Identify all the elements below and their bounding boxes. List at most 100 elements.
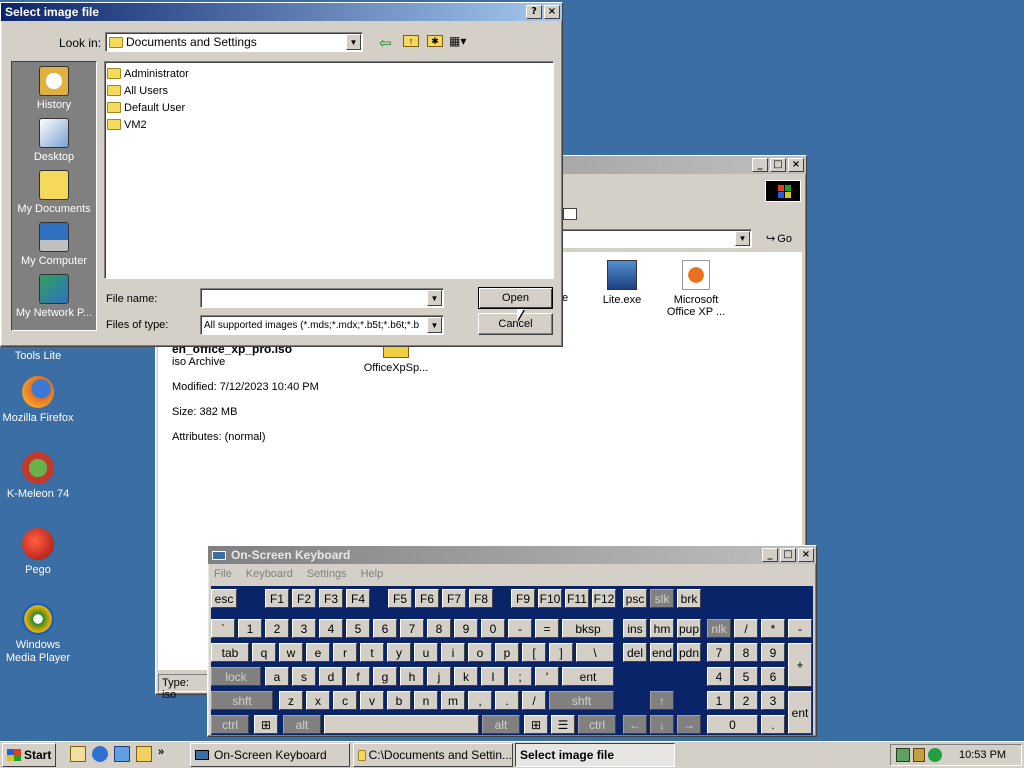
keyboard-key[interactable]: x (306, 691, 330, 710)
keyboard-key[interactable]: r (333, 643, 357, 662)
keyboard-key[interactable]: b (387, 691, 411, 710)
keyboard-key[interactable]: 1 (238, 619, 262, 638)
keyboard-key[interactable]: f (346, 667, 370, 686)
list-item[interactable]: Administrator (105, 65, 553, 82)
chevron-right-icon[interactable]: » (158, 746, 164, 762)
keyboard-key[interactable]: end (650, 643, 674, 662)
keyboard-key[interactable]: g (373, 667, 397, 686)
desktop-icon-firefox[interactable]: Mozilla Firefox (0, 376, 76, 425)
file-item[interactable]: Lite.exe (590, 260, 654, 306)
keyboard-key[interactable]: - (508, 619, 532, 638)
keyboard-key[interactable]: - (788, 619, 812, 638)
keyboard-key[interactable]: F1 (265, 589, 289, 608)
minimize-button[interactable]: _ (762, 548, 778, 562)
close-button[interactable]: × (798, 548, 814, 562)
file-name-input[interactable]: ▼ (200, 288, 444, 308)
keyboard-key[interactable]: ☰ (551, 715, 575, 734)
list-item[interactable]: VM2 (105, 116, 553, 133)
back-icon[interactable]: ⇦ (379, 34, 392, 52)
up-folder-icon[interactable]: ↑ (403, 35, 419, 47)
keyboard-key[interactable]: 9 (761, 643, 785, 662)
keyboard-key[interactable]: alt (482, 715, 520, 734)
volume-tray-icon[interactable] (913, 748, 925, 762)
search-icon[interactable] (136, 746, 152, 762)
keyboard-key[interactable]: ctrl (578, 715, 616, 734)
show-desktop-icon[interactable] (70, 746, 86, 762)
close-button[interactable]: × (788, 158, 804, 172)
close-button[interactable]: × (544, 5, 560, 19)
place-my-computer[interactable]: My Computer (12, 218, 96, 270)
keyboard-key[interactable]: nlk (707, 619, 731, 638)
keyboard-key[interactable]: 6 (761, 667, 785, 686)
list-item[interactable]: All Users (105, 82, 553, 99)
keyboard-key[interactable]: ⊞ (254, 715, 278, 734)
keyboard-key[interactable]: 7 (707, 643, 731, 662)
keyboard-key[interactable]: → (677, 715, 701, 734)
outlook-express-icon[interactable] (114, 746, 130, 762)
daemon-tray-icon[interactable] (928, 748, 942, 762)
keyboard-key[interactable]: F4 (346, 589, 370, 608)
list-item[interactable]: Default User (105, 99, 553, 116)
place-history[interactable]: History (12, 62, 96, 114)
keyboard-key[interactable]: shft (211, 691, 273, 710)
go-button[interactable]: ↪ Go (759, 228, 799, 249)
desktop-icon-k-meleon[interactable]: K-Meleon 74 (0, 452, 76, 501)
keyboard-key[interactable]: psc (623, 589, 647, 608)
keyboard-key[interactable]: + (788, 643, 812, 687)
keyboard-key[interactable]: ' (535, 667, 559, 686)
new-folder-icon[interactable]: ✱ (427, 35, 443, 47)
internet-explorer-icon[interactable] (92, 746, 108, 762)
desktop-icon-media-player[interactable]: Windows Media Player (0, 603, 76, 665)
chevron-down-icon[interactable]: ▼ (427, 317, 442, 333)
keyboard-key[interactable]: 4 (319, 619, 343, 638)
keyboard-key[interactable]: \ (576, 643, 614, 662)
file-type-select[interactable]: All supported images (*.mds;*.mdx;*.b5t;… (200, 315, 444, 335)
keyboard-key[interactable]: ⊞ (524, 715, 548, 734)
keyboard-key[interactable]: v (360, 691, 384, 710)
keyboard-key[interactable]: ent (562, 667, 614, 686)
keyboard-key[interactable]: u (414, 643, 438, 662)
taskbar-item-explorer[interactable]: C:\Documents and Settin... (353, 743, 513, 767)
keyboard-key[interactable]: F12 (592, 589, 616, 608)
clock[interactable]: 10:53 PM (959, 749, 1006, 761)
taskbar-item-select-image[interactable]: Select image file (515, 743, 675, 767)
keyboard-key[interactable]: q (252, 643, 276, 662)
chevron-down-icon[interactable]: ▼ (427, 290, 442, 306)
keyboard-key[interactable]: slk (650, 589, 674, 608)
maximize-button[interactable]: □ (770, 158, 786, 172)
keyboard-key[interactable]: 4 (707, 667, 731, 686)
keyboard-key[interactable]: F2 (292, 589, 316, 608)
keyboard-key[interactable]: t (360, 643, 384, 662)
chevron-down-icon[interactable]: ▼ (346, 34, 361, 50)
keyboard-key[interactable]: e (306, 643, 330, 662)
look-in-select[interactable]: Documents and Settings ▼ (105, 32, 363, 52)
keyboard-key[interactable]: [ (522, 643, 546, 662)
keyboard-key[interactable]: brk (677, 589, 701, 608)
keyboard-key[interactable]: ↓ (650, 715, 674, 734)
keyboard-key[interactable]: pdn (677, 643, 701, 662)
minimize-button[interactable]: _ (752, 158, 768, 172)
keyboard-key[interactable]: F5 (388, 589, 412, 608)
keyboard-key[interactable]: . (761, 715, 785, 734)
keyboard-key[interactable]: ent (788, 691, 812, 734)
keyboard-key[interactable]: 7 (400, 619, 424, 638)
keyboard-key[interactable]: i (441, 643, 465, 662)
keyboard-key[interactable]: k (454, 667, 478, 686)
keyboard-key[interactable]: 2 (734, 691, 758, 710)
keyboard-key[interactable]: bksp (562, 619, 614, 638)
cancel-button[interactable]: Cancel (478, 313, 553, 335)
views-icon[interactable] (563, 208, 577, 220)
keyboard-key[interactable]: c (333, 691, 357, 710)
desktop-icon-pego[interactable]: Pego (0, 528, 76, 577)
maximize-button[interactable]: □ (780, 548, 796, 562)
keyboard-key[interactable]: 0 (707, 715, 758, 734)
keyboard-key[interactable]: F6 (415, 589, 439, 608)
keyboard-key[interactable]: 5 (734, 667, 758, 686)
menu-file[interactable]: File (214, 568, 232, 580)
keyboard-key[interactable]: F8 (469, 589, 493, 608)
keyboard-key[interactable]: p (495, 643, 519, 662)
keyboard-key[interactable]: 8 (427, 619, 451, 638)
open-button[interactable]: Open (478, 287, 553, 309)
keyboard-key[interactable]: F7 (442, 589, 466, 608)
keyboard-key[interactable]: ins (623, 619, 647, 638)
